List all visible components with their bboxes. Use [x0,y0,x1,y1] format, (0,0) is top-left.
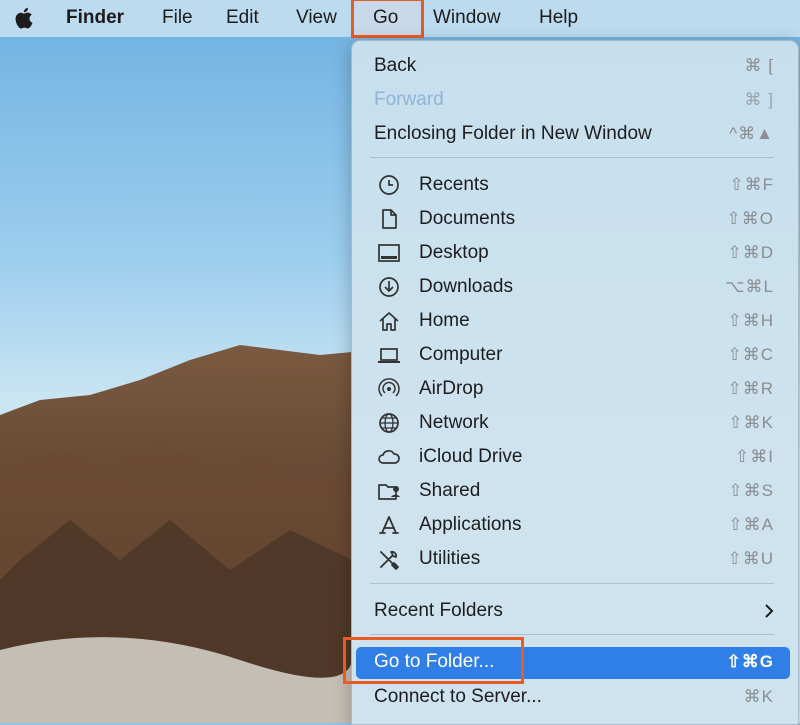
menu-separator [370,634,774,635]
menu-item-label: Documents [419,208,516,229]
menu-item-label: Recents [419,174,489,195]
menu-item-label: Desktop [419,242,489,263]
menu-separator [370,157,774,158]
shortcut: ⇧⌘U [727,549,774,568]
airdrop-icon [378,378,400,397]
chevron-right-icon [765,604,774,618]
desktop-icon [378,244,400,262]
shortcut: ⌘ ] [744,90,774,109]
utilities-icon [380,550,399,570]
menu-file[interactable]: File [162,7,193,29]
shortcut: ⌘ [ [744,56,774,75]
download-icon [379,277,399,297]
menu-item-applications[interactable]: Applications ⇧⌘A [352,509,798,541]
shortcut: ⇧⌘H [727,311,774,330]
menu-item-recents[interactable]: Recents ⇧⌘F [352,169,798,201]
menu-edit[interactable]: Edit [226,7,259,29]
shortcut: ⇧⌘G [726,652,774,671]
menu-item-label: AirDrop [419,378,484,399]
shared-folder-icon [378,484,400,500]
menu-window[interactable]: Window [433,7,501,29]
menu-item-downloads[interactable]: Downloads ⌥⌘L [352,271,798,303]
menu-item-label: Connect to Server... [374,686,542,707]
home-icon [379,312,399,331]
go-to-folder-callout [343,637,524,684]
menu-item-back[interactable]: Back ⌘ [ [352,50,798,82]
menu-item-home[interactable]: Home ⇧⌘H [352,305,798,337]
clock-icon [379,175,399,195]
menu-view[interactable]: View [296,7,337,29]
shortcut: ⇧⌘I [735,447,774,466]
shortcut: ⇧⌘F [729,175,774,194]
document-icon [382,209,397,229]
shortcut: ⇧⌘O [726,209,774,228]
menu-finder[interactable]: Finder [66,7,124,29]
menu-item-documents[interactable]: Documents ⇧⌘O [352,203,798,235]
menu-item-label: Forward [374,89,444,110]
menu-item-label: Network [419,412,489,433]
shortcut: ⇧⌘S [728,481,774,500]
shortcut: ⇧⌘C [727,345,774,364]
shortcut: ⇧⌘D [727,243,774,262]
laptop-icon [378,348,400,363]
menu-item-label: Applications [419,514,522,535]
menu-item-label: Home [419,310,470,331]
shortcut: ^⌘▲ [729,124,774,143]
menu-separator [370,583,774,584]
menu-item-icloud-drive[interactable]: iCloud Drive ⇧⌘I [352,441,798,473]
menu-item-label: iCloud Drive [419,446,523,467]
menu-item-utilities[interactable]: Utilities ⇧⌘U [352,543,798,575]
globe-icon [379,413,399,433]
menu-item-desktop[interactable]: Desktop ⇧⌘D [352,237,798,269]
menu-item-recent-folders[interactable]: Recent Folders [352,595,798,627]
shortcut: ⇧⌘R [727,379,774,398]
shortcut: ⇧⌘A [728,515,774,534]
shortcut: ⌥⌘L [724,277,774,296]
menu-help[interactable]: Help [539,7,578,29]
applications-icon [379,516,399,534]
menu-item-shared[interactable]: Shared ⇧⌘S [352,475,798,507]
menu-item-label: Shared [419,480,481,501]
menu-item-computer[interactable]: Computer ⇧⌘C [352,339,798,371]
cloud-icon [378,450,400,464]
menu-item-label: Enclosing Folder in New Window [374,123,652,144]
menu-item-connect-to-server[interactable]: Connect to Server... ⌘K [352,681,798,713]
go-menu-callout [351,0,424,38]
menu-item-forward: Forward ⌘ ] [352,84,798,116]
menu-item-label: Utilities [419,548,481,569]
go-menu-dropdown: Back ⌘ [ Forward ⌘ ] Enclosing Folder in… [351,40,799,725]
shortcut: ⇧⌘K [728,413,774,432]
menu-item-enclosing-folder[interactable]: Enclosing Folder in New Window ^⌘▲ [352,118,798,150]
apple-logo-icon[interactable] [14,5,36,31]
shortcut: ⌘K [743,687,774,706]
menu-item-network[interactable]: Network ⇧⌘K [352,407,798,439]
menu-item-label: Computer [419,344,503,365]
menu-item-label: Back [374,55,417,76]
menu-item-label: Downloads [419,276,513,297]
menu-item-label: Recent Folders [374,600,503,621]
menu-item-airdrop[interactable]: AirDrop ⇧⌘R [352,373,798,405]
